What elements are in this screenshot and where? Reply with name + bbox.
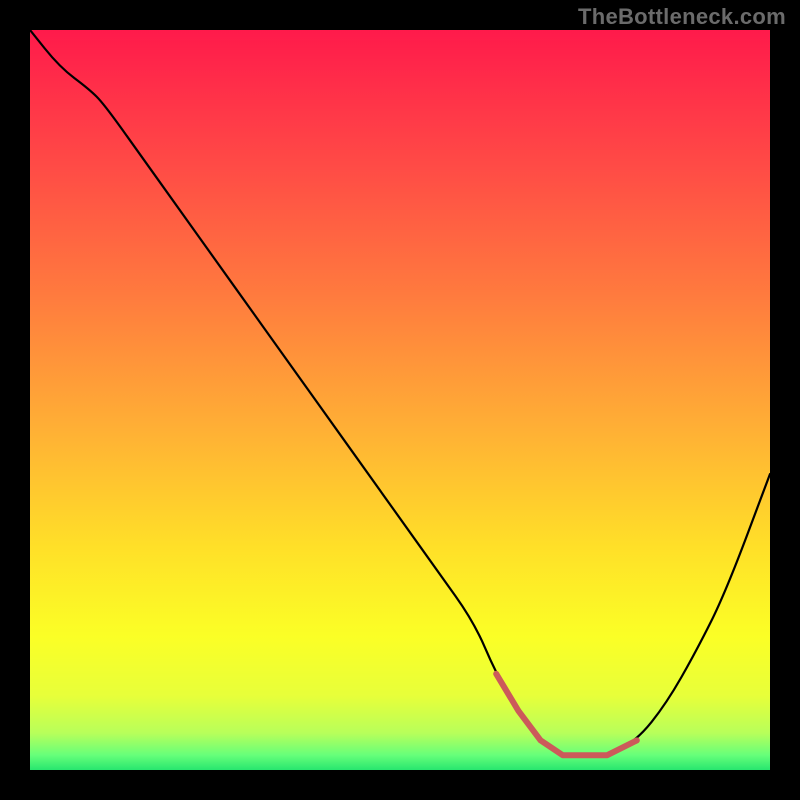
bottleneck-curve-chart (30, 30, 770, 770)
watermark-text: TheBottleneck.com (578, 4, 786, 30)
gradient-background (30, 30, 770, 770)
chart-frame: TheBottleneck.com (0, 0, 800, 800)
plot-area (30, 30, 770, 770)
